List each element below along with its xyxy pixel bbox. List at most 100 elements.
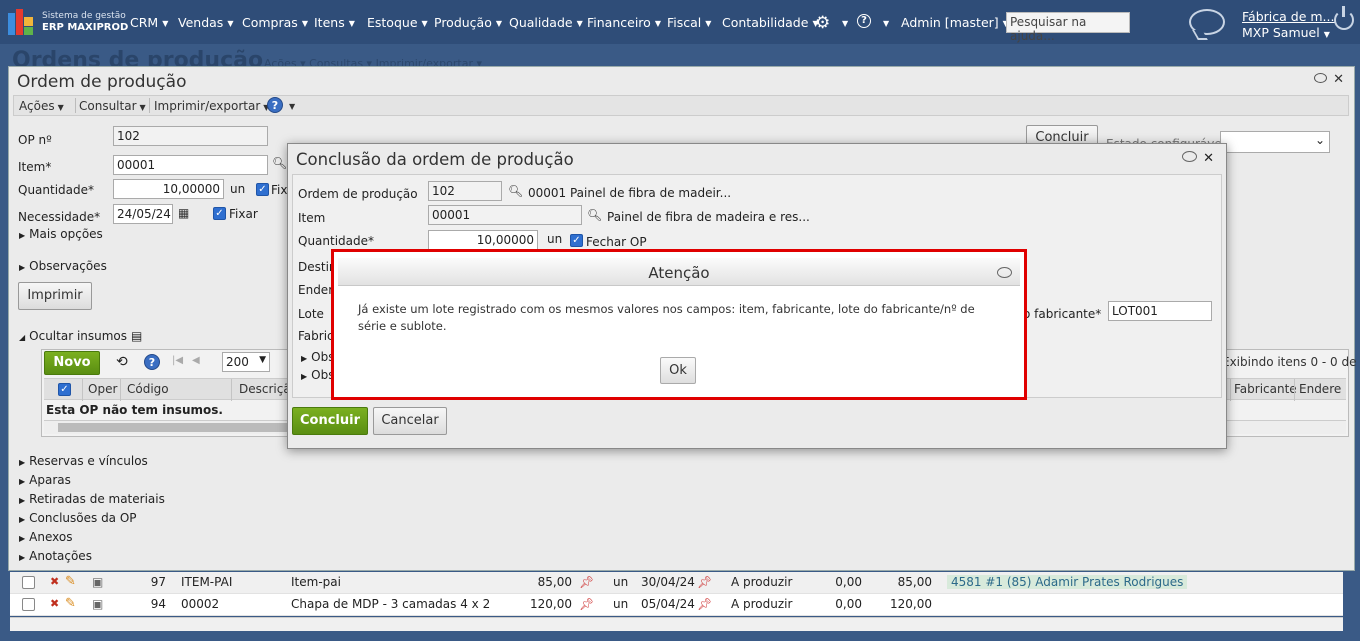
quantity-field[interactable]: 10,00000: [428, 230, 538, 250]
chat-icon[interactable]: [1189, 9, 1225, 35]
observacoes-toggle[interactable]: ▶ Observações: [19, 259, 107, 273]
menu-fiscal[interactable]: Fiscal ▼: [667, 15, 711, 30]
col-codigo[interactable]: Código: [127, 382, 169, 396]
menu-compras[interactable]: Compras ▼: [242, 15, 308, 30]
help-dropdown-arrow[interactable]: ▼: [879, 15, 889, 30]
obs2-toggle[interactable]: ▶ Obs: [301, 368, 334, 382]
section-anexos[interactable]: ▶ Anexos: [19, 530, 72, 544]
table-row[interactable]: ✖ ✎ ▣ 94 00002 Chapa de MDP - 3 camadas …: [10, 594, 1343, 616]
toolbar-help[interactable]: ? ▼: [267, 97, 295, 113]
pin-icon[interactable]: 📌︎: [579, 575, 594, 589]
menu-vendas[interactable]: Vendas ▼: [178, 15, 233, 30]
page-size-value: 200: [226, 355, 249, 369]
section-reservas[interactable]: ▶ Reservas e vínculos: [19, 454, 148, 468]
pin-icon[interactable]: 📌︎: [697, 597, 712, 611]
toolbar-acoes-label: Ações: [19, 99, 55, 113]
row-checkbox[interactable]: [22, 576, 35, 589]
toolbar-acoes[interactable]: Ações ▼: [19, 99, 64, 113]
grid-separator: [1230, 379, 1231, 401]
section-anotacoes[interactable]: ▶ Anotações: [19, 549, 92, 563]
close-icon[interactable]: ✕: [1203, 151, 1214, 166]
section-aparas[interactable]: ▶ Aparas: [19, 473, 71, 487]
prev-page-icon[interactable]: ◀: [192, 355, 200, 366]
list-horizontal-scrollbar[interactable]: [10, 617, 1343, 631]
admin-menu[interactable]: Admin [master]▼: [901, 15, 1009, 30]
ok-button[interactable]: Ok: [660, 357, 696, 384]
pin-icon[interactable]: 📌︎: [697, 575, 712, 589]
user-menu[interactable]: MXP Samuel ▼: [1242, 25, 1330, 40]
fix-date-checkbox[interactable]: ✓: [213, 207, 226, 220]
edit-icon[interactable]: ✎: [65, 596, 76, 611]
table-row[interactable]: ✖ ✎ ▣ 97 ITEM-PAI Item-pai 85,00 📌︎ un 3…: [10, 572, 1343, 594]
quantity-field[interactable]: 10,00000: [113, 179, 224, 199]
gear-icon[interactable]: ⚙: [815, 13, 830, 33]
edit-icon[interactable]: ✎: [65, 574, 76, 589]
section-retiradas[interactable]: ▶ Retiradas de materiais: [19, 492, 165, 506]
item-field[interactable]: 00001: [113, 155, 268, 175]
col-endereco[interactable]: Endere: [1299, 382, 1341, 396]
lote-fabricante-field[interactable]: LOT001: [1108, 301, 1212, 321]
col-fabricante[interactable]: Fabricante: [1234, 382, 1297, 396]
power-icon[interactable]: [1334, 6, 1354, 30]
toolbar-consultar[interactable]: Consultar ▼: [79, 99, 146, 113]
grid-help-icon[interactable]: ?: [144, 354, 160, 370]
search-icon[interactable]: 🔍︎: [587, 208, 602, 222]
estado-select[interactable]: ⌄: [1220, 131, 1330, 153]
menu-estoque[interactable]: Estoque ▼: [367, 15, 428, 30]
section-conclusoes[interactable]: ▶ Conclusões da OP: [19, 511, 137, 525]
obs1-toggle[interactable]: ▶ Obs: [301, 350, 334, 364]
toolbar-imprimir[interactable]: Imprimir/exportar ▼: [154, 99, 269, 113]
search-icon[interactable]: 🔍︎: [508, 184, 523, 198]
concluir-button[interactable]: Concluir: [292, 407, 368, 435]
menu-financeiro-label: Financeiro: [587, 15, 651, 30]
cancelar-button[interactable]: Cancelar: [373, 407, 447, 435]
first-page-icon[interactable]: |◀: [172, 355, 183, 366]
calendar-icon[interactable]: ▦: [178, 206, 189, 220]
observacoes-label: Observações: [29, 259, 107, 273]
menu-vendas-label: Vendas: [178, 15, 224, 30]
pin-icon[interactable]: 📌︎: [579, 597, 594, 611]
quantity-label: Quantidade*: [18, 183, 95, 197]
menu-financeiro[interactable]: Financeiro ▼: [587, 15, 661, 30]
menu-itens[interactable]: Itens ▼: [314, 15, 355, 30]
need-date-field[interactable]: 24/05/24: [113, 204, 173, 224]
delete-icon[interactable]: ✖: [50, 575, 59, 588]
row-value1: 0,00: [835, 575, 862, 589]
novo-button[interactable]: Novo: [44, 351, 100, 375]
print-icon[interactable]: ▣: [92, 575, 103, 589]
help-search-input[interactable]: Pesquisar na ajuda...: [1006, 12, 1130, 43]
col-oper[interactable]: Oper: [88, 382, 117, 396]
ocultar-insumos-toggle[interactable]: ◢ Ocultar insumos ▤: [19, 329, 142, 343]
row-checkbox[interactable]: [22, 598, 35, 611]
grid-separator: [120, 379, 121, 401]
select-all-checkbox[interactable]: ✓: [58, 383, 71, 396]
print-icon[interactable]: ▣: [92, 597, 103, 611]
page-size-select[interactable]: 200 ▼: [222, 352, 270, 372]
maxiprod-logo[interactable]: [8, 9, 34, 35]
alert-message: Já existe um lote registrado com os mesm…: [358, 302, 975, 333]
search-icon[interactable]: 🔍︎: [272, 156, 287, 170]
company-link[interactable]: Fábrica de m...: [1242, 9, 1334, 24]
close-op-label: Fechar OP: [586, 235, 647, 249]
help-icon[interactable]: ?: [857, 14, 871, 28]
comment-icon[interactable]: [1182, 151, 1198, 162]
fix-quantity-checkbox[interactable]: ✓: [256, 183, 269, 196]
menu-producao[interactable]: Produção ▼: [434, 15, 502, 30]
gear-dropdown-arrow[interactable]: ▼: [838, 15, 848, 30]
delete-icon[interactable]: ✖: [50, 597, 59, 610]
comment-icon[interactable]: [1314, 73, 1328, 83]
refresh-icon[interactable]: ⟲: [116, 354, 128, 370]
item-field: 00001: [428, 205, 582, 225]
section-anotacoes-label: Anotações: [29, 549, 92, 563]
menu-qualidade[interactable]: Qualidade ▼: [509, 15, 583, 30]
print-button[interactable]: Imprimir: [18, 282, 92, 310]
toolbar-separator: [149, 98, 150, 113]
comment-icon[interactable]: [997, 267, 1012, 278]
close-op-checkbox[interactable]: ✓: [570, 234, 583, 247]
menu-contabilidade[interactable]: Contabilidade ▼: [722, 15, 819, 30]
close-icon[interactable]: ✕: [1333, 72, 1344, 87]
row-reference[interactable]: 4581 #1 (85) Adamir Prates Rodrigues: [947, 575, 1188, 589]
menu-crm[interactable]: CRM ▼: [130, 15, 168, 30]
mais-opcoes-toggle[interactable]: ▶ Mais opções: [19, 227, 103, 241]
fix-quantity-label: Fix: [271, 183, 288, 197]
